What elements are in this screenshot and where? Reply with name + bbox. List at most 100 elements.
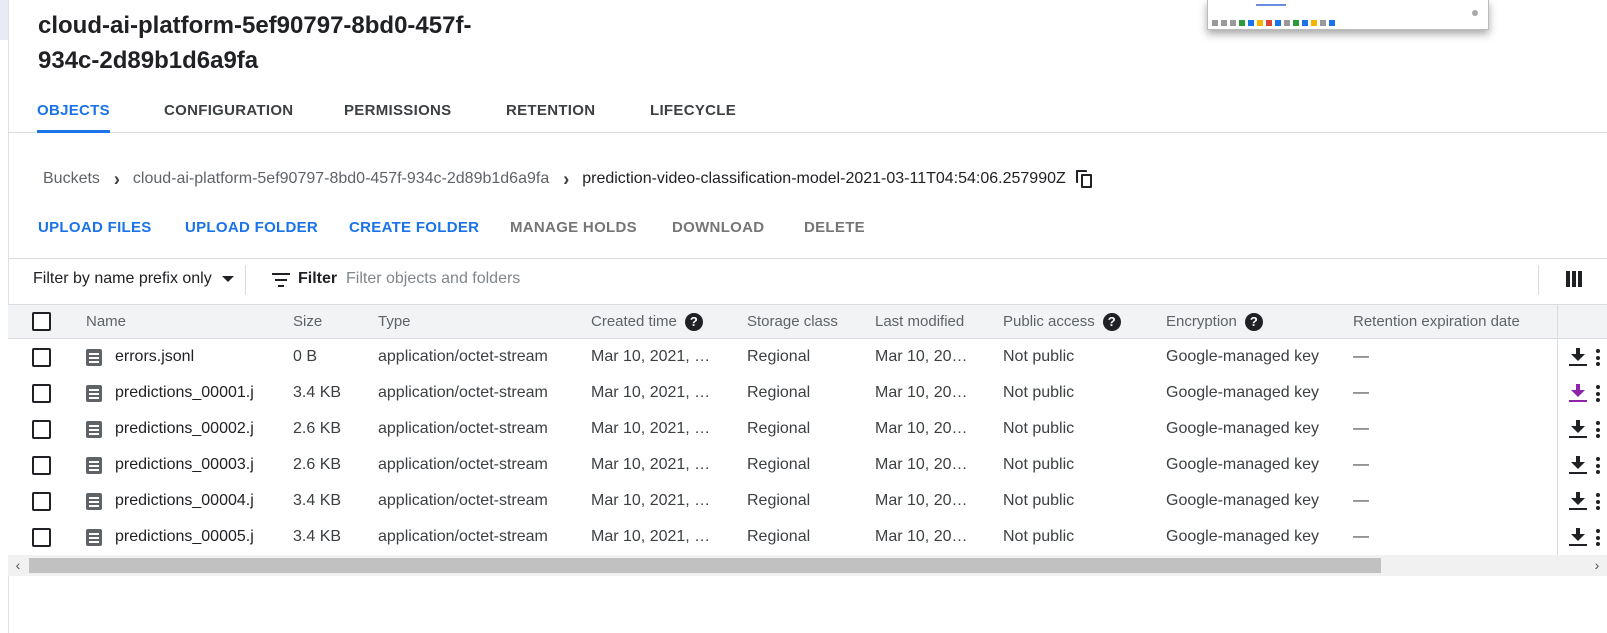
cell-name[interactable]: errors.jsonl <box>86 339 286 375</box>
object-name-link[interactable]: predictions_00002.j <box>115 420 254 438</box>
more-vert-icon[interactable] <box>1596 529 1600 546</box>
breadcrumb-bucket-link[interactable]: cloud-ai-platform-5ef90797-8bd0-457f-934… <box>133 170 549 188</box>
cell-type: application/octet-stream <box>378 420 548 437</box>
cell-storage-class: Regional <box>747 456 811 473</box>
left-nav-band <box>0 0 8 40</box>
table-row[interactable]: predictions_00002.j 2.6 KB application/oct… <box>8 411 1607 448</box>
row-actions <box>1557 339 1607 375</box>
file-text-icon <box>86 384 102 402</box>
table-header: Name Size Type Created time? Storage cla… <box>8 304 1607 339</box>
header-public-access[interactable]: Public access? <box>1003 305 1121 338</box>
cell-type: application/octet-stream <box>378 348 548 365</box>
cell-created: Mar 10, 2021, … <box>591 456 711 473</box>
row-checkbox[interactable] <box>32 339 51 375</box>
header-type[interactable]: Type <box>378 305 411 338</box>
columns-divider <box>1538 265 1539 295</box>
cell-size: 2.6 KB <box>293 420 342 437</box>
table-row[interactable]: errors.jsonl 0 B application/octet-stream M… <box>8 339 1607 376</box>
download-icon[interactable] <box>1569 420 1587 438</box>
table-row[interactable]: predictions_00003.j 2.6 KB application/oct… <box>8 447 1607 484</box>
tab-lifecycle[interactable]: LIFECYCLE <box>650 90 736 133</box>
cell-size: 0 B <box>293 348 318 365</box>
cell-name[interactable]: predictions_00004.j <box>86 483 286 519</box>
row-checkbox[interactable] <box>32 483 51 519</box>
tab-configuration[interactable]: CONFIGURATION <box>164 90 293 133</box>
download-icon[interactable] <box>1569 528 1587 546</box>
header-encryption[interactable]: Encryption? <box>1166 305 1263 338</box>
manage-holds-button[interactable]: MANAGE HOLDS <box>510 212 637 244</box>
object-name-link[interactable]: predictions_00004.j <box>115 492 254 510</box>
breadcrumb-buckets-link[interactable]: Buckets <box>43 170 100 188</box>
header-last-modified[interactable]: Last modified <box>875 305 964 338</box>
table-row[interactable]: predictions_00004.j 3.4 KB application/oct… <box>8 483 1607 520</box>
chevron-right-icon: › <box>563 167 570 190</box>
cell-public-access: Not public <box>1003 456 1075 473</box>
file-text-icon <box>86 492 102 510</box>
header-name[interactable]: Name <box>86 305 126 338</box>
page-title: cloud-ai-platform-5ef90797-8bd0-457f-934… <box>38 12 472 74</box>
thumbnail-dot <box>1472 10 1478 16</box>
row-checkbox[interactable] <box>32 375 51 411</box>
cell-name[interactable]: predictions_00005.j <box>86 519 286 555</box>
scroll-left-arrow-icon[interactable]: ‹ <box>8 555 28 576</box>
row-checkbox[interactable] <box>32 447 51 483</box>
column-display-icon[interactable] <box>1566 271 1584 287</box>
row-checkbox[interactable] <box>32 411 51 447</box>
help-icon[interactable]: ? <box>684 312 703 331</box>
cell-retention: — <box>1353 456 1369 473</box>
row-checkbox[interactable] <box>32 519 51 555</box>
filter-label[interactable]: Filter <box>298 259 337 299</box>
more-vert-icon[interactable] <box>1596 349 1600 366</box>
tab-objects[interactable]: OBJECTS <box>37 90 110 133</box>
cell-name[interactable]: predictions_00001.j <box>86 375 286 411</box>
download-icon[interactable] <box>1569 456 1587 474</box>
cell-encryption: Google-managed key <box>1166 348 1319 365</box>
object-name-link[interactable]: errors.jsonl <box>115 348 194 366</box>
row-actions <box>1557 519 1607 555</box>
object-name-link[interactable]: predictions_00001.j <box>115 384 254 402</box>
more-vert-icon[interactable] <box>1596 385 1600 402</box>
cell-storage-class: Regional <box>747 420 811 437</box>
delete-button[interactable]: DELETE <box>804 212 865 244</box>
cell-name[interactable]: predictions_00002.j <box>86 411 286 447</box>
table-row[interactable]: predictions_00001.j 3.4 KB application/oct… <box>8 375 1607 412</box>
cell-encryption: Google-managed key <box>1166 528 1319 545</box>
upload-folder-button[interactable]: UPLOAD FOLDER <box>185 212 318 244</box>
more-vert-icon[interactable] <box>1596 457 1600 474</box>
cell-last-modified: Mar 10, 20… <box>875 348 968 365</box>
upload-files-button[interactable]: UPLOAD FILES <box>38 212 152 244</box>
cell-last-modified: Mar 10, 20… <box>875 456 968 473</box>
more-vert-icon[interactable] <box>1596 493 1600 510</box>
object-name-link[interactable]: predictions_00003.j <box>115 456 254 474</box>
cell-type: application/octet-stream <box>378 492 548 509</box>
create-folder-button[interactable]: CREATE FOLDER <box>349 212 479 244</box>
filter-input[interactable] <box>346 267 946 291</box>
scroll-right-arrow-icon[interactable]: › <box>1587 555 1607 576</box>
horizontal-scrollbar[interactable]: ‹ › <box>8 555 1607 576</box>
cell-retention: — <box>1353 384 1369 401</box>
tab-retention[interactable]: RETENTION <box>506 90 595 133</box>
header-storage-class[interactable]: Storage class <box>747 305 838 338</box>
help-icon[interactable]: ? <box>1102 312 1121 331</box>
object-name-link[interactable]: predictions_00005.j <box>115 528 254 546</box>
help-icon[interactable]: ? <box>1244 312 1263 331</box>
download-icon[interactable] <box>1569 348 1587 366</box>
cell-name[interactable]: predictions_00003.j <box>86 447 286 483</box>
file-text-icon <box>86 420 102 438</box>
tab-permissions[interactable]: PERMISSIONS <box>344 90 452 133</box>
table-row[interactable]: predictions_00005.j 3.4 KB application/oct… <box>8 519 1607 556</box>
download-button[interactable]: DOWNLOAD <box>672 212 764 244</box>
header-created[interactable]: Created time? <box>591 305 703 338</box>
download-icon[interactable] <box>1569 492 1587 510</box>
header-retention-expiration[interactable]: Retention expiration date <box>1353 305 1557 338</box>
floating-screenshot-thumbnail[interactable] <box>1207 0 1489 30</box>
header-size[interactable]: Size <box>293 305 322 338</box>
download-icon[interactable] <box>1569 384 1587 402</box>
more-vert-icon[interactable] <box>1596 421 1600 438</box>
cell-storage-class: Regional <box>747 528 811 545</box>
scrollbar-thumb[interactable] <box>29 558 1381 573</box>
select-all-checkbox[interactable] <box>32 305 51 338</box>
filter-prefix-dropdown[interactable]: Filter by name prefix only <box>33 259 234 299</box>
copy-icon[interactable] <box>1075 170 1094 188</box>
header-actions-column <box>1557 305 1607 338</box>
